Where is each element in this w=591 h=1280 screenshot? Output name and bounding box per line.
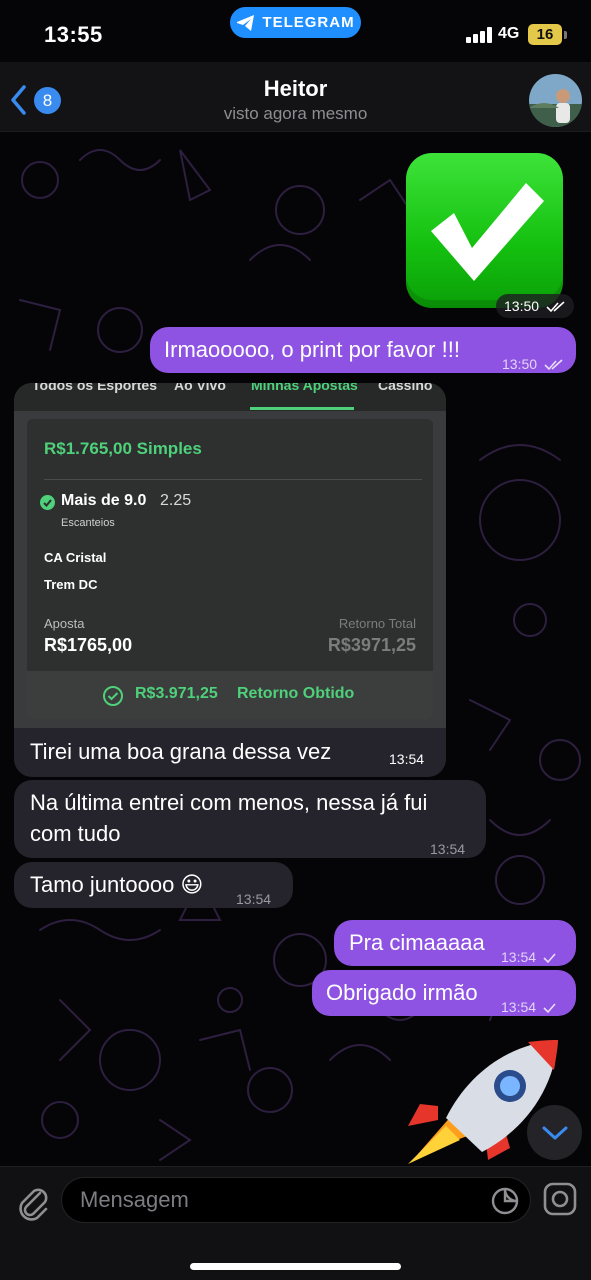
telegram-icon xyxy=(237,14,255,31)
paperclip-icon[interactable] xyxy=(14,1181,50,1221)
emoji-time-pill: 13:50 xyxy=(496,294,574,318)
message-composer xyxy=(0,1166,591,1280)
return-to-telegram-pill[interactable]: TELEGRAM xyxy=(230,7,361,38)
returned-amount: R$3.971,25 xyxy=(135,685,218,702)
status-bar: 13:55 TELEGRAM 4G 16 xyxy=(0,0,591,62)
bet-screenshot[interactable]: Todos os Esportes Ao Vivo Minhas Apostas… xyxy=(14,383,446,728)
message-time: 13:54 xyxy=(501,949,537,965)
tab-casino: Cassino xyxy=(378,383,433,393)
bet-title: R$1.765,00 Simples xyxy=(44,439,202,458)
message-text: Tamo juntoooo 😃 xyxy=(30,872,204,897)
message-time: 13:54 xyxy=(430,841,466,857)
message-time: 13:54 xyxy=(389,751,425,767)
incoming-media-message[interactable]: Todos os Esportes Ao Vivo Minhas Apostas… xyxy=(14,383,446,777)
bet-tabs: Todos os Esportes Ao Vivo Minhas Apostas… xyxy=(14,383,446,411)
won-check-icon xyxy=(40,495,55,510)
outgoing-message[interactable]: Irmaooooo, o print por favor !!! 13:50 xyxy=(150,327,576,373)
message-input-box[interactable] xyxy=(61,1177,531,1223)
incoming-message[interactable]: Tamo juntoooo 😃 13:54 xyxy=(14,862,293,908)
battery-tip xyxy=(564,31,567,39)
avatar[interactable] xyxy=(529,74,582,127)
single-check-icon xyxy=(543,1003,556,1014)
outgoing-message[interactable]: Obrigado irmão 13:54 xyxy=(312,970,576,1016)
bet-market-type: Escanteios xyxy=(61,517,115,529)
message-text: Tirei uma boa grana dessa vez xyxy=(30,739,332,764)
chat-title[interactable]: Heitor xyxy=(0,76,591,102)
message-time: 13:50 xyxy=(504,298,540,314)
check-mark-emoji[interactable] xyxy=(406,153,563,308)
bet-odds: 2.25 xyxy=(160,492,192,509)
team-home: CA Cristal xyxy=(44,550,107,565)
battery-level: 16 xyxy=(528,24,562,45)
stake-label: Aposta xyxy=(44,616,85,631)
home-indicator xyxy=(190,1263,401,1270)
tab-live: Ao Vivo xyxy=(174,383,226,393)
app-pill-label: TELEGRAM xyxy=(262,14,355,31)
bet-result-footer: R$3.971,25 Retorno Obtido xyxy=(27,671,433,719)
message-text: Obrigado irmão xyxy=(326,980,478,1005)
message-text: Pra cimaaaaa xyxy=(349,930,485,955)
outgoing-message[interactable]: Pra cimaaaaa 13:54 xyxy=(334,920,576,966)
message-text-line1: Na última entrei com menos, nessa já fui xyxy=(30,790,428,815)
chat-header: 8 Heitor visto agora mesmo xyxy=(0,62,591,132)
chevron-down-icon xyxy=(542,1126,567,1139)
returned-label: Retorno Obtido xyxy=(237,685,355,702)
double-check-icon xyxy=(546,301,565,313)
incoming-message[interactable]: Na última entrei com menos, nessa já fui… xyxy=(14,780,486,858)
double-check-icon xyxy=(544,359,563,371)
stake-value: R$1765,00 xyxy=(44,635,133,655)
message-time: 13:54 xyxy=(501,999,537,1015)
tab-all-sports: Todos os Esportes xyxy=(32,383,157,393)
success-check-icon xyxy=(103,686,123,706)
message-text-line2: com tudo xyxy=(30,821,121,846)
message-time: 13:54 xyxy=(236,891,272,907)
last-seen-status: visto agora mesmo xyxy=(223,104,368,123)
team-away: Trem DC xyxy=(44,577,98,592)
active-tab-indicator xyxy=(250,407,354,410)
message-time: 13:50 xyxy=(502,356,538,372)
scroll-to-bottom-button[interactable] xyxy=(527,1105,582,1160)
camera-icon[interactable] xyxy=(542,1181,578,1217)
tab-my-bets: Minhas Apostas xyxy=(251,383,358,393)
divider xyxy=(44,479,422,480)
bet-card: R$1.765,00 Simples Mais de 9.0 2.25 Esca… xyxy=(27,419,433,719)
network-type: 4G xyxy=(498,25,520,42)
bet-market: Mais de 9.0 xyxy=(61,492,147,509)
return-label: Retorno Total xyxy=(338,616,416,631)
status-time: 13:55 xyxy=(44,22,103,47)
return-value: R$3971,25 xyxy=(327,635,416,655)
message-text: Irmaooooo, o print por favor !!! xyxy=(164,337,460,362)
message-input[interactable] xyxy=(80,1186,460,1214)
sticker-icon[interactable] xyxy=(490,1186,520,1216)
single-check-icon xyxy=(543,953,556,964)
signal-icon xyxy=(466,27,492,43)
